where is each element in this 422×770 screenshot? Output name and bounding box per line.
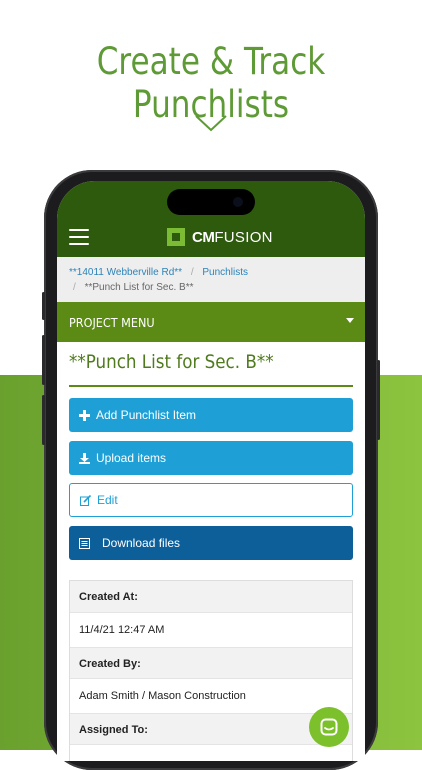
caret-down-icon bbox=[346, 318, 354, 323]
edit-label: Edit bbox=[97, 493, 118, 507]
phone-side-button bbox=[42, 292, 45, 320]
created-by-value: Adam Smith / Mason Construction bbox=[79, 690, 246, 702]
upload-items-label: Upload items bbox=[96, 451, 167, 465]
chevron-down-icon bbox=[195, 115, 227, 132]
phone-side-button bbox=[42, 395, 45, 445]
title-divider bbox=[69, 385, 353, 387]
breadcrumb-current: **Punch List for Sec. B** bbox=[84, 282, 194, 293]
download-files-label: Download files bbox=[102, 536, 181, 550]
phone-side-button bbox=[42, 335, 45, 385]
app-logo: CM FUSION bbox=[167, 227, 273, 247]
project-menu-label: PROJECT MENU bbox=[69, 315, 155, 330]
breadcrumb-project-link[interactable]: **14011 Webberville Rd** bbox=[69, 267, 182, 278]
phone-side-button bbox=[377, 360, 380, 440]
created-by-label: Created By: bbox=[70, 647, 352, 679]
chat-button[interactable] bbox=[309, 707, 349, 747]
list-icon bbox=[79, 537, 90, 549]
page-title: **Punch List for Sec. B** bbox=[69, 351, 274, 373]
created-at-label: Created At: bbox=[70, 581, 352, 613]
created-at-value: 11/4/21 12:47 AM bbox=[79, 624, 165, 636]
upload-items-button[interactable]: Upload items bbox=[69, 441, 353, 475]
edit-button[interactable]: Edit bbox=[69, 483, 353, 517]
add-punchlist-item-label: Add Punchlist Item bbox=[96, 408, 197, 422]
chat-icon bbox=[320, 718, 338, 736]
breadcrumb-separator: / bbox=[73, 282, 76, 293]
hamburger-icon[interactable] bbox=[69, 229, 89, 245]
add-punchlist-item-button[interactable]: Add Punchlist Item bbox=[69, 398, 353, 432]
breadcrumb: **14011 Webberville Rd** / Punchlists / … bbox=[57, 257, 365, 302]
logo-text-bold: CM bbox=[192, 228, 215, 246]
edit-icon bbox=[80, 494, 91, 506]
plus-icon bbox=[79, 409, 90, 421]
breadcrumb-punchlists-link[interactable]: Punchlists bbox=[202, 267, 248, 278]
camera-icon bbox=[233, 197, 243, 207]
breadcrumb-separator: / bbox=[190, 267, 194, 278]
app-screen: CM FUSION **14011 Webberville Rd** / Pun… bbox=[57, 181, 365, 761]
download-files-button[interactable]: Download files bbox=[69, 526, 353, 560]
download-icon bbox=[79, 452, 90, 464]
dynamic-island bbox=[167, 189, 255, 215]
project-menu-toggle[interactable]: PROJECT MENU bbox=[57, 302, 365, 342]
logo-text-light: FUSION bbox=[214, 228, 273, 246]
logo-mark-icon bbox=[167, 228, 185, 246]
